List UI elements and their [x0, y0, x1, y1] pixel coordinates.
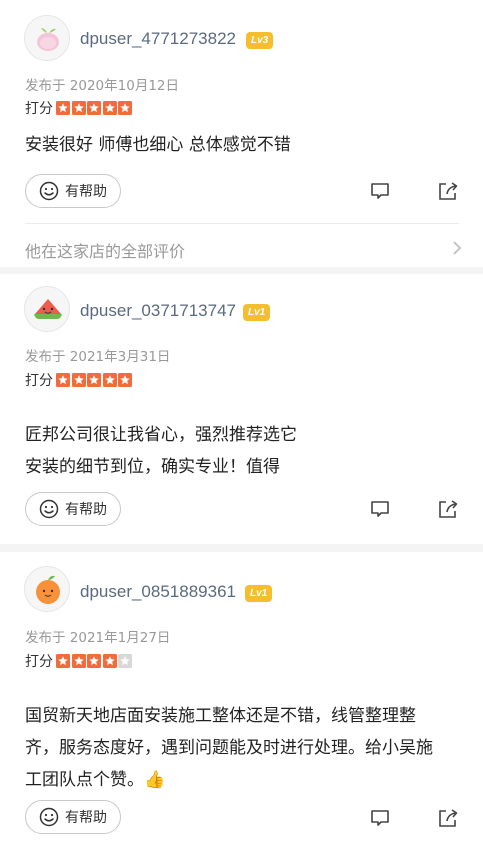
review-card: dpuser_4771273822 Lv3 发布于 2020年10月12日 打分… [0, 0, 483, 267]
content-line: 工团队点个赞。👍 [25, 770, 166, 790]
helpful-label: 有帮助 [65, 810, 107, 826]
star-rating [56, 373, 134, 387]
smile-icon [39, 807, 59, 827]
star-filled-icon [87, 654, 101, 668]
level-badge: Lv1 [243, 304, 271, 321]
level-badge: Lv1 [245, 585, 273, 602]
star-filled-icon [102, 373, 117, 387]
username[interactable]: dpuser_0371713747 [80, 301, 236, 321]
review-date: 发布于 2021年3月31日 [25, 349, 171, 365]
rating: 打分 [25, 98, 134, 118]
smile-icon [39, 181, 59, 201]
username[interactable]: dpuser_0851889361 [80, 582, 236, 602]
chevron-right-icon[interactable] [451, 240, 463, 256]
content-line: 安装很好 师傅也细心 总体感觉不错 [25, 135, 291, 155]
rating: 打分 [25, 370, 134, 390]
helpful-button[interactable]: 有帮助 [25, 492, 121, 526]
comment-icon[interactable] [369, 180, 391, 202]
star-filled-icon [71, 654, 86, 668]
content-line: 齐，服务态度好，遇到问题能及时进行处理。给小吴施 [25, 738, 433, 758]
username[interactable]: dpuser_4771273822 [80, 29, 236, 49]
rating: 打分 [25, 651, 134, 671]
review-date: 发布于 2021年1月27日 [25, 630, 171, 646]
level-badge: Lv3 [246, 32, 274, 49]
star-filled-icon [56, 101, 70, 115]
review-content: 匠邦公司很让我省心，强烈推荐选它 安装的细节到位，确实专业！值得 [25, 419, 453, 483]
helpful-label: 有帮助 [65, 502, 107, 518]
star-empty-icon [118, 654, 132, 668]
content-line: 匠邦公司很让我省心，强烈推荐选它 [25, 425, 297, 445]
star-filled-icon [56, 373, 70, 387]
star-filled-icon [87, 101, 101, 115]
divider [25, 223, 459, 224]
star-filled-icon [102, 101, 117, 115]
helpful-button[interactable]: 有帮助 [25, 174, 121, 208]
star-filled-icon [71, 101, 86, 115]
star-filled-icon [56, 654, 70, 668]
helpful-button[interactable]: 有帮助 [25, 800, 121, 834]
review-card: dpuser_0851889361 Lv1 发布于 2021年1月27日 打分 … [0, 552, 483, 858]
all-reviews-link[interactable]: 他在这家店的全部评价 [25, 238, 185, 262]
star-filled-icon [118, 101, 132, 115]
content-line: 国贸新天地店面安装施工整体还是不错，线管整理整 [25, 706, 416, 726]
helpful-label: 有帮助 [65, 184, 107, 200]
star-filled-icon [102, 654, 117, 668]
orange-avatar-icon[interactable] [24, 566, 70, 612]
star-filled-icon [118, 373, 132, 387]
comment-icon[interactable] [369, 807, 391, 829]
share-icon[interactable] [437, 180, 459, 202]
review-card: dpuser_0371713747 Lv1 发布于 2021年3月31日 打分 … [0, 274, 483, 544]
review-content: 安装很好 师傅也细心 总体感觉不错 [25, 129, 453, 161]
star-filled-icon [71, 373, 86, 387]
rating-label: 打分 [25, 101, 53, 117]
smile-icon [39, 499, 59, 519]
share-icon[interactable] [437, 807, 459, 829]
comment-icon[interactable] [369, 498, 391, 520]
share-icon[interactable] [437, 498, 459, 520]
peach-avatar-icon[interactable] [24, 15, 70, 61]
rating-label: 打分 [25, 654, 53, 670]
star-rating [56, 654, 134, 668]
star-filled-icon [87, 373, 101, 387]
rating-label: 打分 [25, 373, 53, 389]
watermelon-avatar-icon[interactable] [24, 286, 70, 332]
star-rating [56, 101, 134, 115]
content-line: 安装的细节到位，确实专业！值得 [25, 457, 280, 477]
review-date: 发布于 2020年10月12日 [25, 78, 180, 94]
review-content: 国贸新天地店面安装施工整体还是不错，线管整理整 齐，服务态度好，遇到问题能及时进… [25, 700, 453, 796]
